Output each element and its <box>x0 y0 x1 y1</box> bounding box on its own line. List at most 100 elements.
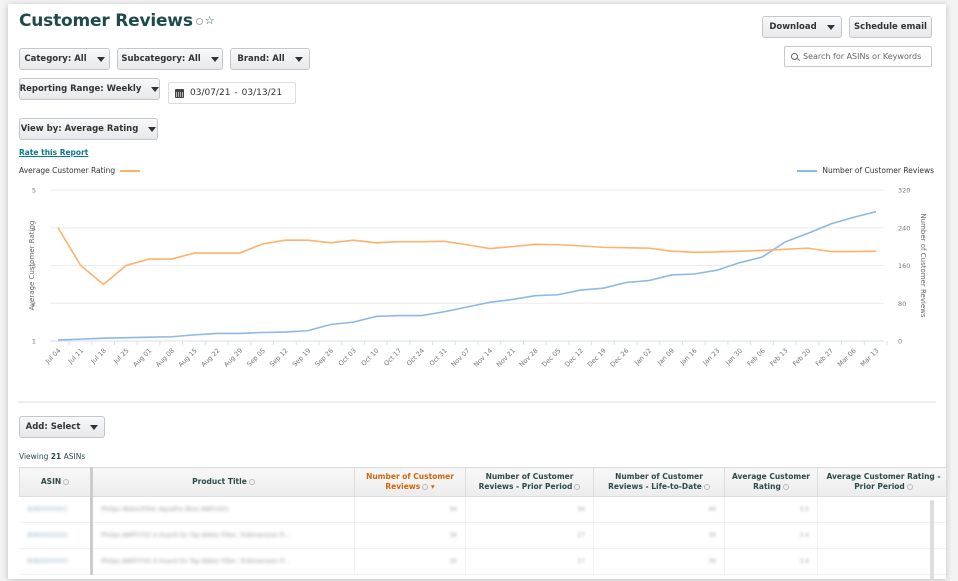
asin-link[interactable]: B08XXXXXX1 <box>19 496 93 523</box>
info-icon[interactable] <box>703 484 710 490</box>
x-tick-label: Nov 14 <box>472 347 494 369</box>
date-range-picker[interactable]: 03/07/21 - 03/13/21 <box>168 82 296 104</box>
x-tick-label: Aug 29 <box>222 347 244 369</box>
info-icon[interactable] <box>195 17 203 25</box>
info-icon[interactable] <box>63 479 70 485</box>
x-tick-label: Dec 26 <box>609 347 631 369</box>
legend-reviews-swatch <box>797 169 818 172</box>
add-column-dropdown[interactable]: Add: Select <box>19 416 105 438</box>
brand-label: Brand: All <box>237 54 285 64</box>
x-tick-label: Oct 24 <box>405 347 426 368</box>
x-tick-label: Jan 16 <box>678 347 699 368</box>
series-line-reviews <box>57 210 877 341</box>
x-tick-label: Sep 26 <box>313 347 335 369</box>
product-title-cell: Philips Water/Filter AquaPro Blue AWP102… <box>91 496 355 523</box>
x-tick-label: Feb 20 <box>791 347 812 368</box>
reporting-range-label: Reporting Range: Weekly <box>19 84 142 94</box>
x-tick-label: Jul 04 <box>43 347 62 366</box>
category-label: Category: All <box>24 54 87 64</box>
x-tick-label: Aug 15 <box>177 347 199 369</box>
date-separator: - <box>234 88 238 98</box>
column-header-avg-rating-prior[interactable]: Average Customer Rating - Prior Period <box>817 467 946 497</box>
view-by-dropdown[interactable]: View by: Average Rating <box>19 118 158 140</box>
x-tick-label: Oct 03 <box>337 347 358 368</box>
column-header-avg-rating[interactable]: Average Customer Rating <box>724 467 818 497</box>
search-icon <box>791 53 798 60</box>
viewing-number: 21 <box>50 452 62 461</box>
search-input[interactable]: Search for ASINs or Keywords <box>784 46 932 67</box>
x-tick-label: Dec 12 <box>563 347 585 369</box>
x-tick-label: Feb 27 <box>814 347 835 368</box>
section-divider <box>18 401 936 403</box>
y-tick-label: 5 <box>32 187 36 195</box>
download-button[interactable]: Download <box>762 16 842 38</box>
x-tick-label: Jul 11 <box>66 347 85 366</box>
schedule-email-button[interactable]: Schedule email <box>849 16 932 38</box>
asin-link[interactable]: B08XXXXXX2 <box>19 522 93 549</box>
column-header-asin[interactable]: ASIN <box>19 467 93 497</box>
y2-axis-title: Number of Customer Reviews <box>919 213 927 318</box>
info-icon[interactable] <box>906 484 913 490</box>
y2-tick-label: 320 <box>898 187 910 195</box>
sort-desc-icon: ▾ <box>428 482 435 491</box>
x-tick-label: Jan 09 <box>655 347 676 368</box>
page-title: Customer Reviews ☆ <box>19 11 215 31</box>
series-line-rating <box>57 227 877 286</box>
x-tick-label: Jan 30 <box>723 347 744 368</box>
column-header-product-title[interactable]: Product Title <box>91 467 355 497</box>
asin-table: ASIN Product Title Number of Customer Re… <box>19 467 946 575</box>
rate-report-link[interactable]: Rate this Report <box>19 148 88 157</box>
rating-prior-cell <box>817 548 946 575</box>
y2-tick-label: 240 <box>898 224 910 232</box>
info-icon[interactable] <box>248 479 255 485</box>
table-row: B08XXXXXX3 Philips AWP3704 X-Guard On Ta… <box>19 548 946 575</box>
brand-dropdown[interactable]: Brand: All <box>230 48 310 70</box>
product-title-cell: Philips AWP3704 X-Guard On Tap Water Fil… <box>91 548 355 575</box>
reviews-chart: 12345 080160240320 Jul 04 Jul 11 Jul 18 Jul… <box>28 187 927 369</box>
subcategory-label: Subcategory: All <box>121 54 201 64</box>
x-tick-label: Sep 05 <box>245 347 267 369</box>
reviews-ltd-cell: 40 <box>593 496 725 523</box>
x-tick-label: Jan 23 <box>701 347 722 368</box>
legend-reviews[interactable]: Number of Customer Reviews <box>792 166 934 175</box>
rating-cell: 3.5 <box>724 496 818 523</box>
rating-cell: 3.4 <box>724 548 818 575</box>
star-icon[interactable]: ☆ <box>205 14 215 27</box>
rating-prior-cell <box>817 496 946 523</box>
category-dropdown[interactable]: Category: All <box>19 48 110 70</box>
download-label: Download <box>769 22 817 32</box>
y2-tick-label: 80 <box>898 300 906 308</box>
column-header-reviews-ltd[interactable]: Number of Customer Reviews - Life-to-Dat… <box>593 467 725 497</box>
viewing-count: Viewing 21 ASINs <box>19 452 85 461</box>
rating-prior-cell <box>817 522 946 549</box>
x-tick-label: Nov 28 <box>518 347 540 369</box>
reviews-ltd-cell: 30 <box>593 522 725 549</box>
x-tick-label: Oct 10 <box>360 347 381 368</box>
column-header-reviews[interactable]: Number of Customer Reviews ▾ <box>354 467 466 497</box>
legend-rating-label: Average Customer Rating <box>19 166 116 175</box>
viewing-prefix: Viewing <box>19 452 49 461</box>
add-label: Add: Select <box>25 422 81 432</box>
search-placeholder: Search for ASINs or Keywords <box>803 52 922 61</box>
reviews-cell: 30 <box>354 496 466 523</box>
reviews-prior-cell: 27 <box>465 548 594 575</box>
x-tick-label: Jul 25 <box>111 347 130 366</box>
info-icon[interactable] <box>782 484 789 490</box>
x-tick-label: Sep 12 <box>268 347 290 369</box>
reviews-cell: 30 <box>354 522 466 549</box>
reviews-ltd-cell: 30 <box>593 548 725 575</box>
date-start[interactable]: 03/07/21 <box>190 88 230 98</box>
reporting-range-dropdown[interactable]: Reporting Range: Weekly <box>19 78 160 100</box>
subcategory-dropdown[interactable]: Subcategory: All <box>117 48 223 70</box>
table-scrollbar[interactable] <box>930 500 934 579</box>
x-tick-label: Feb 06 <box>746 347 767 368</box>
legend-reviews-label: Number of Customer Reviews <box>822 166 934 175</box>
asin-link[interactable]: B08XXXXXX3 <box>19 548 93 575</box>
view-by-label: View by: Average Rating <box>20 124 139 134</box>
x-tick-label: Oct 31 <box>428 347 449 368</box>
column-header-reviews-prior[interactable]: Number of Customer Reviews - Prior Perio… <box>465 467 594 497</box>
date-end[interactable]: 03/13/21 <box>242 88 282 98</box>
x-tick-label: Sep 19 <box>291 347 313 369</box>
info-icon[interactable] <box>574 484 581 490</box>
legend-rating[interactable]: Average Customer Rating <box>19 166 145 175</box>
